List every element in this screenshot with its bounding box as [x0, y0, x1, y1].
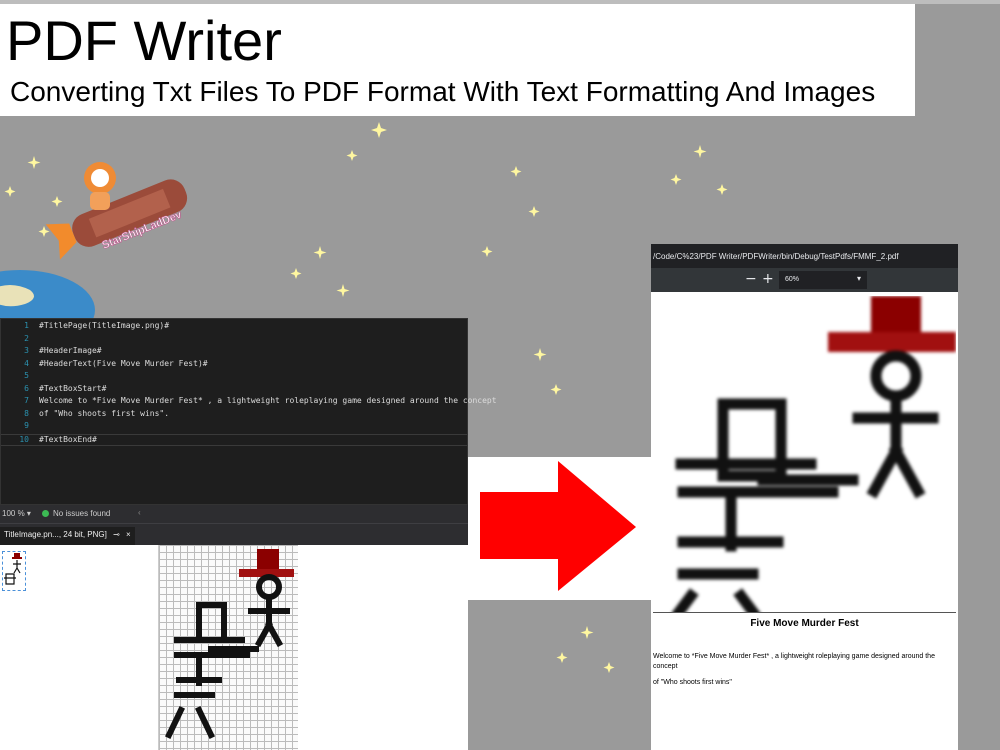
code-editor[interactable]: 1 #TitlePage(TitleImage.png)# 2 3 #HeaderI…: [0, 318, 497, 505]
code-line-current[interactable]: 10 #TextBoxEnd#: [1, 433, 467, 446]
right-arrow-icon: [480, 461, 636, 591]
pdf-body-text-line2: of "Who shoots first wins": [653, 679, 732, 686]
issues-indicator[interactable]: No issues found: [42, 509, 110, 518]
scroll-left-icon[interactable]: ‹: [138, 508, 141, 517]
starship-mascot-logo: StarShipLadDev: [0, 162, 188, 320]
zoom-in-icon[interactable]: +: [762, 271, 774, 287]
address-bar[interactable]: /Code/C%23/PDF Writer/PDFWriter/bin/Debu…: [651, 244, 958, 268]
zoom-out-icon[interactable]: −: [745, 271, 757, 287]
background-strip: [958, 244, 1000, 750]
pdf-title-image: [672, 296, 956, 612]
code-line[interactable]: 2: [1, 334, 467, 347]
slide-title: PDF Writer: [6, 9, 282, 72]
pdf-header-text: Five Move Murder Fest: [750, 618, 859, 629]
pdf-body-text: Welcome to *Five Move Murder Fest* , a l…: [653, 653, 935, 670]
arrow-band: [468, 457, 652, 600]
image-tab-bar: TitleImage.pn..., 24 bit, PNG] ⊸ ×: [0, 523, 468, 546]
title-box: PDF Writer Converting Txt Files To PDF F…: [0, 4, 915, 116]
slide-subtitle: Converting Txt Files To PDF Format With …: [10, 76, 876, 107]
close-icon[interactable]: ×: [126, 530, 131, 539]
pixel-art-stickmen-image: [164, 549, 294, 740]
code-line[interactable]: 3 #HeaderImage#: [1, 346, 467, 359]
code-line[interactable]: 9: [1, 421, 467, 434]
tab-title-image[interactable]: TitleImage.pn..., 24 bit, PNG] ⊸ ×: [0, 527, 135, 546]
pin-icon[interactable]: ⊸: [113, 530, 120, 539]
code-line[interactable]: 7 Welcome to *Five Move Murder Fest* , a …: [1, 396, 496, 409]
pixel-zoom-canvas[interactable]: [158, 545, 298, 750]
header-divider: [653, 612, 956, 613]
code-line[interactable]: 1 #TitlePage(TitleImage.png)#: [1, 321, 467, 334]
pdf-page: Five Move Murder Fest Welcome to *Five M…: [653, 296, 956, 748]
image-thumbnail[interactable]: [2, 551, 26, 591]
code-line[interactable]: 4 #HeaderText(Five Move Murder Fest)#: [1, 359, 467, 372]
code-lines[interactable]: 1 #TitlePage(TitleImage.png)# 2 3 #HeaderI…: [1, 319, 497, 446]
stickman-thumbnail-icon: [4, 553, 22, 585]
code-line[interactable]: 8 of "Who shoots first wins".: [1, 409, 467, 422]
image-editor-view[interactable]: [0, 545, 468, 750]
chevron-down-icon: ▾: [26, 509, 31, 518]
zoom-select[interactable]: 60% ▾: [779, 271, 867, 289]
code-line[interactable]: 5: [1, 371, 467, 384]
pdf-toolbar: − + 60% ▾: [651, 268, 958, 292]
editor-status-bar: 100 % ▾ No issues found ‹: [0, 505, 468, 523]
zoom-dropdown[interactable]: 100 % ▾: [2, 509, 31, 518]
chevron-down-icon: ▾: [856, 274, 861, 283]
no-issues-icon: [42, 510, 49, 517]
code-line[interactable]: 6 #TextBoxStart#: [1, 384, 467, 397]
pdf-viewer: /Code/C%23/PDF Writer/PDFWriter/bin/Debu…: [651, 244, 958, 750]
